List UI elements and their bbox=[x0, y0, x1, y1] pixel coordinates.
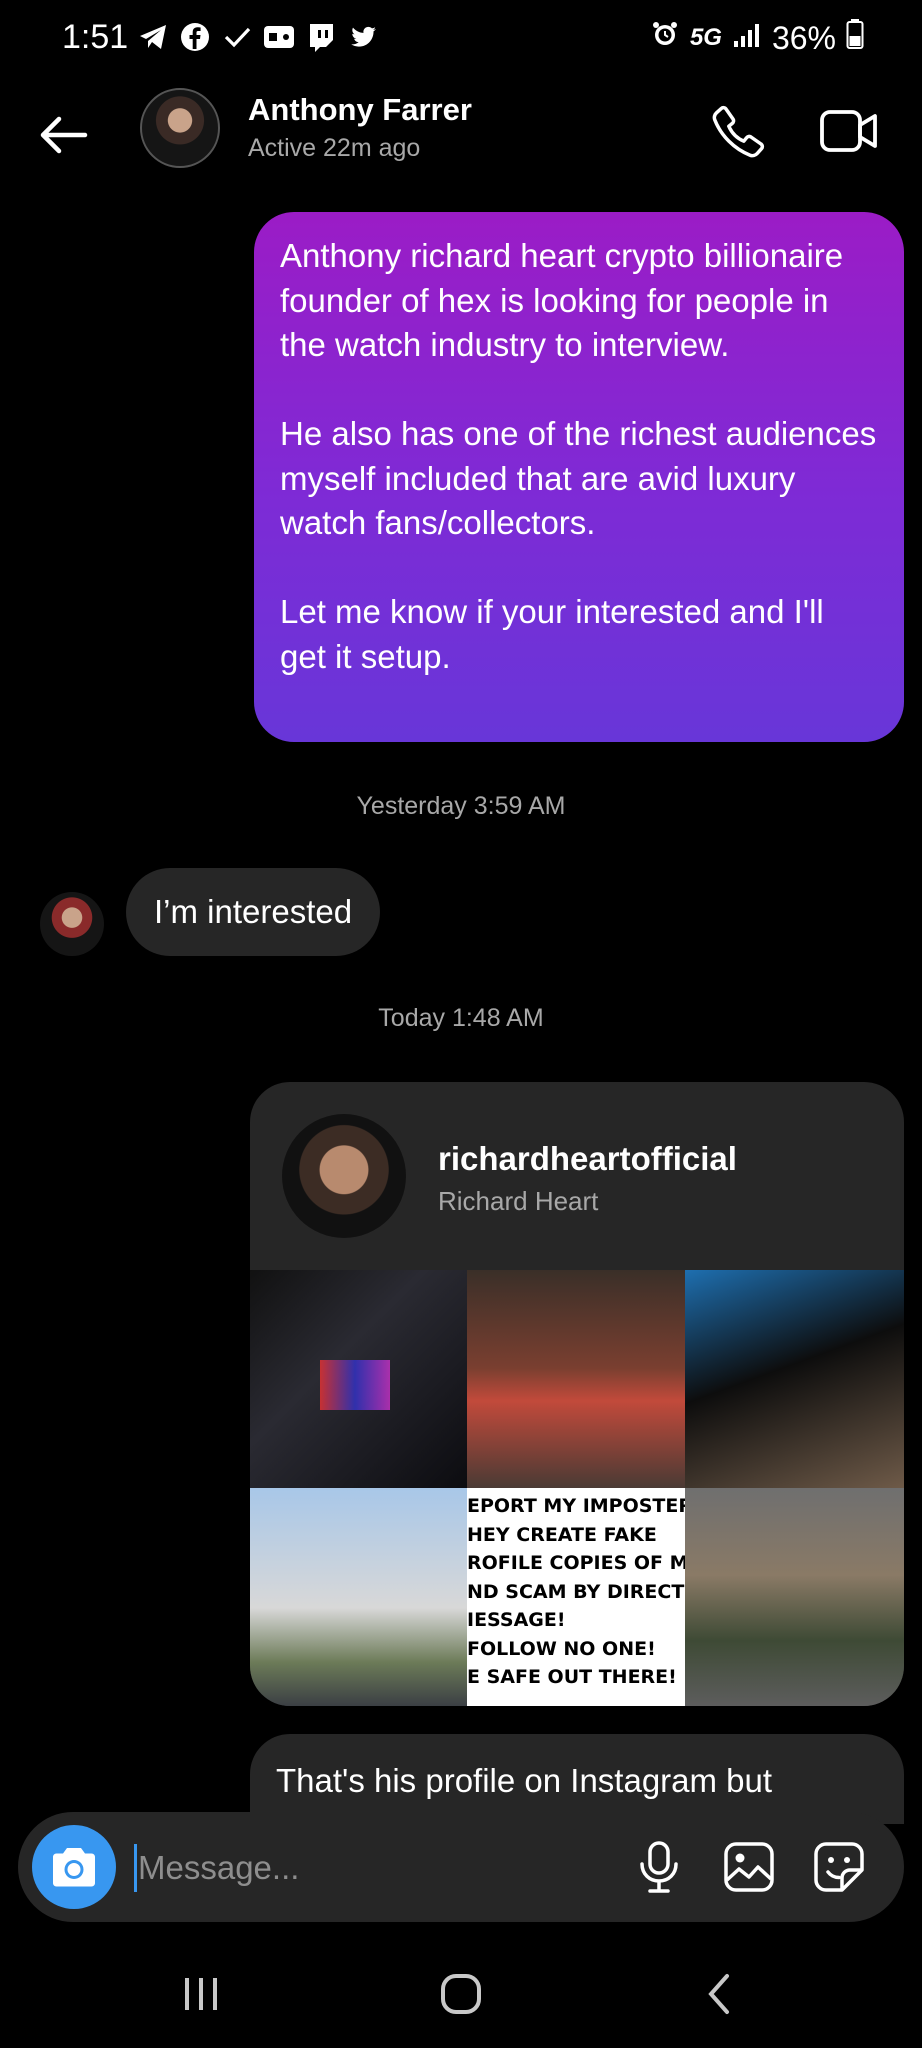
contact-avatar[interactable] bbox=[140, 88, 220, 168]
outgoing-message[interactable]: Anthony richard heart crypto billionaire… bbox=[254, 212, 904, 742]
camera-button[interactable] bbox=[32, 1825, 116, 1909]
phone-icon bbox=[712, 105, 765, 158]
system-back-button[interactable] bbox=[684, 1962, 754, 2026]
facebook-icon bbox=[178, 20, 212, 54]
message-text: That's his profile on Instagram but bbox=[276, 1762, 773, 1799]
status-time: 1:51 bbox=[62, 18, 129, 56]
home-button[interactable] bbox=[426, 1962, 496, 2026]
home-icon bbox=[441, 1974, 481, 2014]
incoming-message[interactable]: I’m interested bbox=[126, 868, 381, 956]
check-icon bbox=[220, 20, 254, 54]
post-thumbnail-notice[interactable]: EPORT MY IMPOSTERS HEY CREATE FAKE ROFIL… bbox=[467, 1488, 685, 1706]
message-timestamp: Today 1:48 AM bbox=[378, 1004, 544, 1032]
contact-status: Active 22m ago bbox=[248, 134, 421, 162]
recent-apps-icon bbox=[185, 1978, 217, 2010]
status-bar: 1:51 5G 36% bbox=[0, 0, 922, 80]
gallery-icon bbox=[724, 1842, 774, 1892]
profile-full-name: Richard Heart bbox=[438, 1186, 599, 1216]
profile-post-grid: EPORT MY IMPOSTERS HEY CREATE FAKE ROFIL… bbox=[250, 1270, 904, 1706]
text-caret bbox=[134, 1844, 137, 1892]
video-call-button[interactable] bbox=[816, 98, 882, 164]
outgoing-message[interactable]: That's his profile on Instagram but bbox=[250, 1734, 904, 1824]
notification-icons bbox=[136, 20, 380, 54]
voice-call-button[interactable] bbox=[706, 98, 772, 164]
telegram-icon bbox=[136, 20, 170, 54]
shared-profile-card[interactable]: richardheartofficial Richard Heart EPORT… bbox=[250, 1082, 904, 1706]
sender-avatar[interactable] bbox=[40, 892, 104, 956]
battery-icon bbox=[846, 18, 864, 58]
network-type: 5G bbox=[689, 24, 722, 51]
alarm-icon bbox=[650, 19, 680, 57]
recent-apps-button[interactable] bbox=[166, 1962, 236, 2026]
message-text: I’m interested bbox=[154, 893, 353, 930]
game-icon bbox=[262, 20, 296, 54]
sticker-icon bbox=[814, 1842, 864, 1892]
back-icon bbox=[708, 1974, 729, 2014]
profile-username[interactable]: richardheartofficial bbox=[438, 1140, 737, 1178]
system-status: 5G 36% bbox=[650, 18, 864, 58]
back-arrow-icon bbox=[40, 116, 88, 154]
sticker-button[interactable] bbox=[808, 1836, 870, 1898]
message-composer bbox=[18, 1812, 904, 1922]
camera-icon bbox=[53, 1848, 95, 1887]
post-thumbnail[interactable] bbox=[250, 1488, 467, 1706]
post-thumbnail[interactable] bbox=[685, 1488, 904, 1706]
post-thumbnail[interactable] bbox=[467, 1270, 685, 1488]
twitch-icon bbox=[304, 20, 338, 54]
battery-level: 36% bbox=[771, 19, 836, 56]
microphone-icon bbox=[640, 1841, 678, 1893]
profile-avatar[interactable] bbox=[282, 1114, 406, 1238]
message-timestamp: Yesterday 3:59 AM bbox=[356, 792, 566, 820]
post-thumbnail[interactable] bbox=[685, 1270, 904, 1488]
post-thumbnail[interactable] bbox=[250, 1270, 467, 1488]
video-camera-icon bbox=[820, 110, 877, 152]
chat-header: Anthony Farrer Active 22m ago bbox=[0, 80, 922, 210]
voice-message-button[interactable] bbox=[628, 1836, 690, 1898]
back-button[interactable] bbox=[30, 102, 96, 168]
signal-icon bbox=[732, 20, 762, 57]
gallery-button[interactable] bbox=[718, 1836, 780, 1898]
message-input[interactable] bbox=[138, 1840, 618, 1896]
system-navigation-bar bbox=[0, 1940, 922, 2048]
contact-name[interactable]: Anthony Farrer bbox=[248, 92, 472, 128]
twitter-icon bbox=[346, 20, 380, 54]
message-text: Anthony richard heart crypto billionaire… bbox=[280, 237, 877, 675]
